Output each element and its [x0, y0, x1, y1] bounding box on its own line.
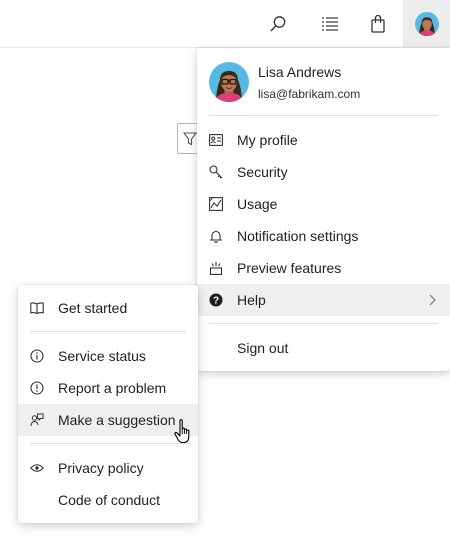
divider [209, 115, 438, 116]
menu-item-label: Get started [58, 300, 128, 316]
menu-item-label: Help [237, 292, 266, 308]
menu-item-label: Security [237, 164, 288, 180]
work-items-icon[interactable] [314, 8, 346, 40]
info-icon [30, 349, 44, 363]
user-email: lisa@fabrikam.com [258, 87, 361, 101]
divider [30, 331, 186, 332]
sign-out-label: Sign out [237, 340, 289, 356]
menu-item-label: My profile [237, 132, 298, 148]
eye-icon [30, 461, 44, 475]
svg-text:?: ? [213, 296, 219, 307]
marketplace-bag-icon[interactable] [362, 8, 394, 40]
profile-card-icon [209, 133, 223, 147]
key-icon [209, 165, 223, 179]
menu-item-security[interactable]: Security [197, 156, 450, 188]
menu-item-report-a-problem[interactable]: Report a problem [18, 372, 198, 404]
preview-features-icon [209, 261, 223, 275]
avatar [209, 62, 249, 102]
user-header: Lisa Andrews lisa@fabrikam.com [197, 48, 450, 115]
top-bar [0, 0, 450, 48]
sign-out-button[interactable]: Sign out [197, 332, 450, 364]
filter-icon [182, 131, 197, 145]
book-icon [30, 301, 44, 315]
avatar-button[interactable] [403, 0, 450, 48]
chevron-right-icon [429, 294, 436, 306]
suggestion-icon [30, 413, 44, 427]
menu-item-label: Service status [58, 348, 146, 364]
help-icon: ? [209, 293, 223, 307]
divider [30, 443, 186, 444]
menu-item-label: Report a problem [58, 380, 167, 396]
user-avatar [414, 12, 439, 36]
menu-item-label: Usage [237, 196, 278, 212]
menu-item-help[interactable]: ? Help [197, 284, 450, 316]
user-name: Lisa Andrews [258, 64, 342, 80]
alert-icon [30, 381, 44, 395]
menu-item-preview-features[interactable]: Preview features [197, 252, 450, 284]
hand-cursor-icon [174, 419, 190, 444]
help-submenu: Get started Service status Report a prob… [18, 285, 198, 523]
user-menu: Lisa Andrews lisa@fabrikam.com My profil… [197, 48, 450, 371]
menu-item-label: Preview features [237, 260, 342, 276]
menu-item-privacy-policy[interactable]: Privacy policy [18, 452, 198, 484]
menu-item-usage[interactable]: Usage [197, 188, 450, 220]
menu-item-label: Code of conduct [58, 492, 160, 508]
menu-item-make-a-suggestion[interactable]: Make a suggestion [18, 404, 198, 436]
menu-item-my-profile[interactable]: My profile [197, 124, 450, 156]
menu-item-service-status[interactable]: Service status [18, 340, 198, 372]
menu-item-get-started[interactable]: Get started [18, 292, 198, 324]
menu-item-label: Make a suggestion [58, 412, 176, 428]
divider [209, 323, 438, 324]
search-icon[interactable] [262, 8, 294, 40]
menu-item-label: Privacy policy [58, 460, 144, 476]
menu-item-label: Notification settings [237, 228, 359, 244]
bell-icon [209, 229, 223, 243]
usage-chart-icon [209, 197, 223, 211]
menu-item-code-of-conduct[interactable]: Code of conduct [18, 484, 198, 516]
menu-item-notification-settings[interactable]: Notification settings [197, 220, 450, 252]
